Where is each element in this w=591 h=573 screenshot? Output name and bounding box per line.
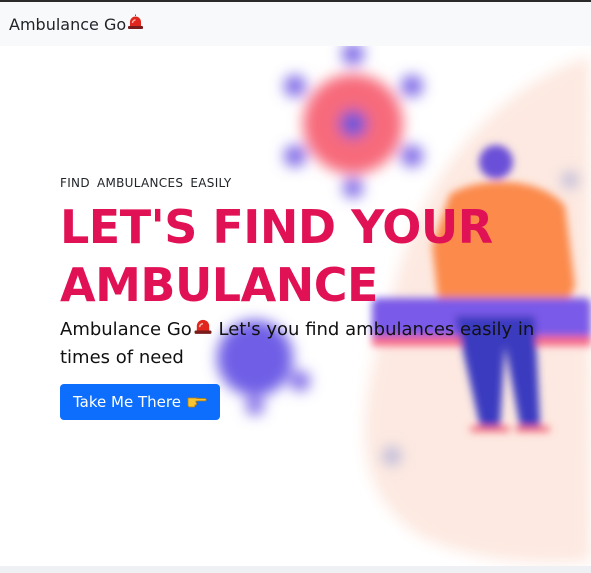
hero-section: FIND AMBULANCES EASILY LET'S FIND YOUR A… [0,46,591,566]
hero-headline: LET'S FIND YOUR AMBULANCE [60,200,493,312]
bottom-edge [0,566,591,573]
navbar: Ambulance Go [0,2,591,46]
siren-icon [193,316,213,344]
brand-link[interactable]: Ambulance Go [9,14,144,34]
take-me-there-button[interactable]: Take Me There [60,384,220,420]
brand-name: Ambulance Go [9,14,127,34]
hero-eyebrow: FIND AMBULANCES EASILY [60,176,232,190]
tagline-brand: Ambulance Go [60,319,192,340]
cta-label: Take Me There [73,393,181,411]
pointing-hand-icon [187,392,207,412]
siren-icon [127,14,144,34]
hero-tagline: Ambulance Go Let's you find ambulances e… [60,316,570,372]
